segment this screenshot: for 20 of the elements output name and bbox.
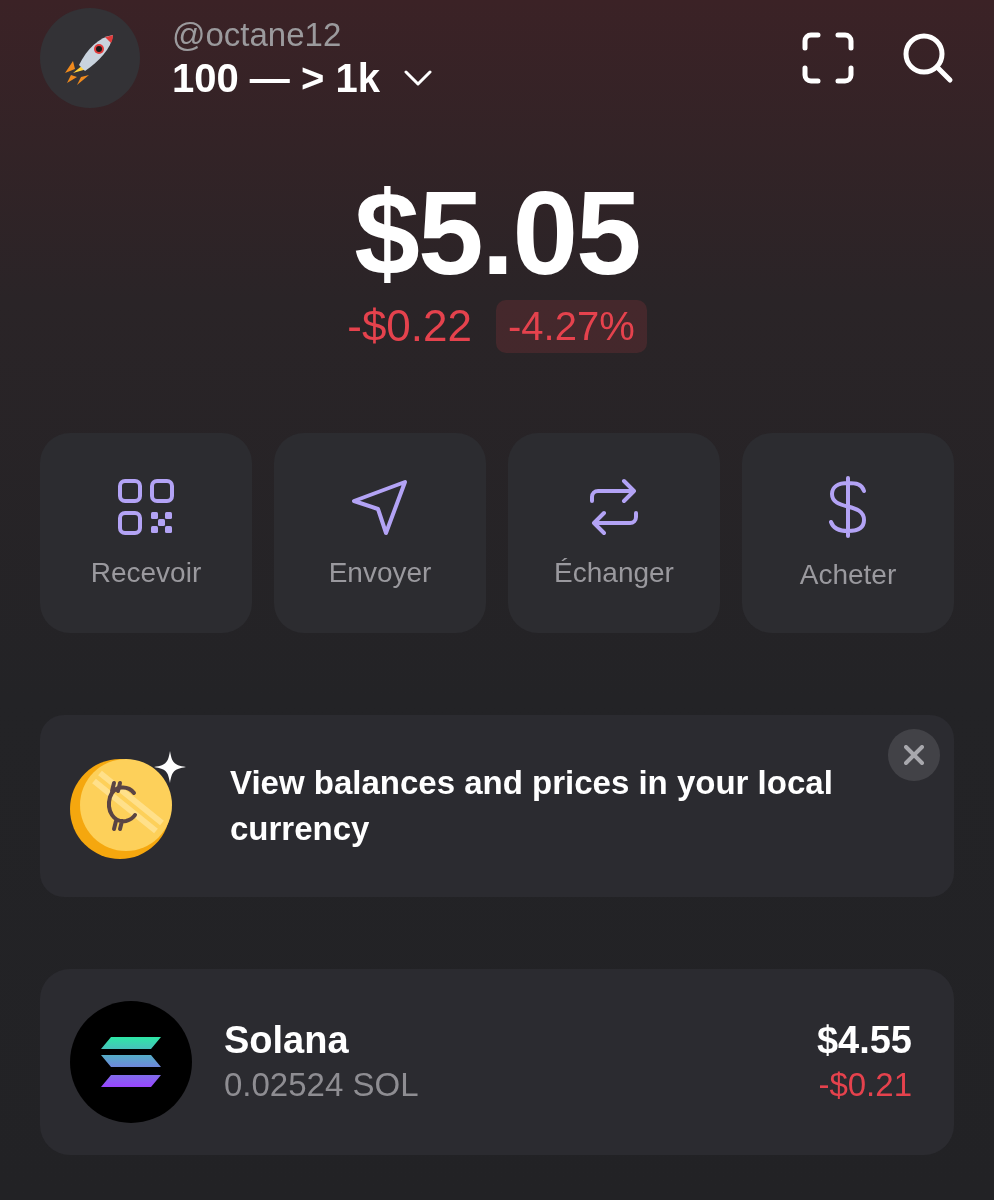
qr-code-icon [116,476,176,537]
search-icon[interactable] [902,32,954,84]
token-change: -$0.21 [818,1066,912,1105]
balance-total: $5.05 [354,172,640,296]
balance-change: -$0.22 [347,301,472,352]
username: @octane12 [172,15,343,54]
scan-icon[interactable] [802,32,854,84]
banner-text: View balances and prices in your local currency [230,762,834,849]
token-value: $4.55 [816,1019,912,1063]
token-name: Solana [224,1019,350,1063]
token-amount: 0.02524 SOL [224,1066,420,1105]
percent-change-badge: -4.27% [496,299,647,353]
token-row[interactable]: Solana 0.02524 SOL $4.55 -$0.21 [40,968,954,1155]
action-button[interactable]: Acheter [742,432,954,633]
action-button[interactable]: Échanger [508,432,720,633]
close-icon [904,744,924,765]
action-button[interactable]: Recevoir [40,432,252,633]
chevron-down-icon[interactable] [403,70,432,86]
action-button[interactable]: Envoyer [274,432,486,633]
account-name[interactable]: 100 — > 1k [172,55,380,101]
